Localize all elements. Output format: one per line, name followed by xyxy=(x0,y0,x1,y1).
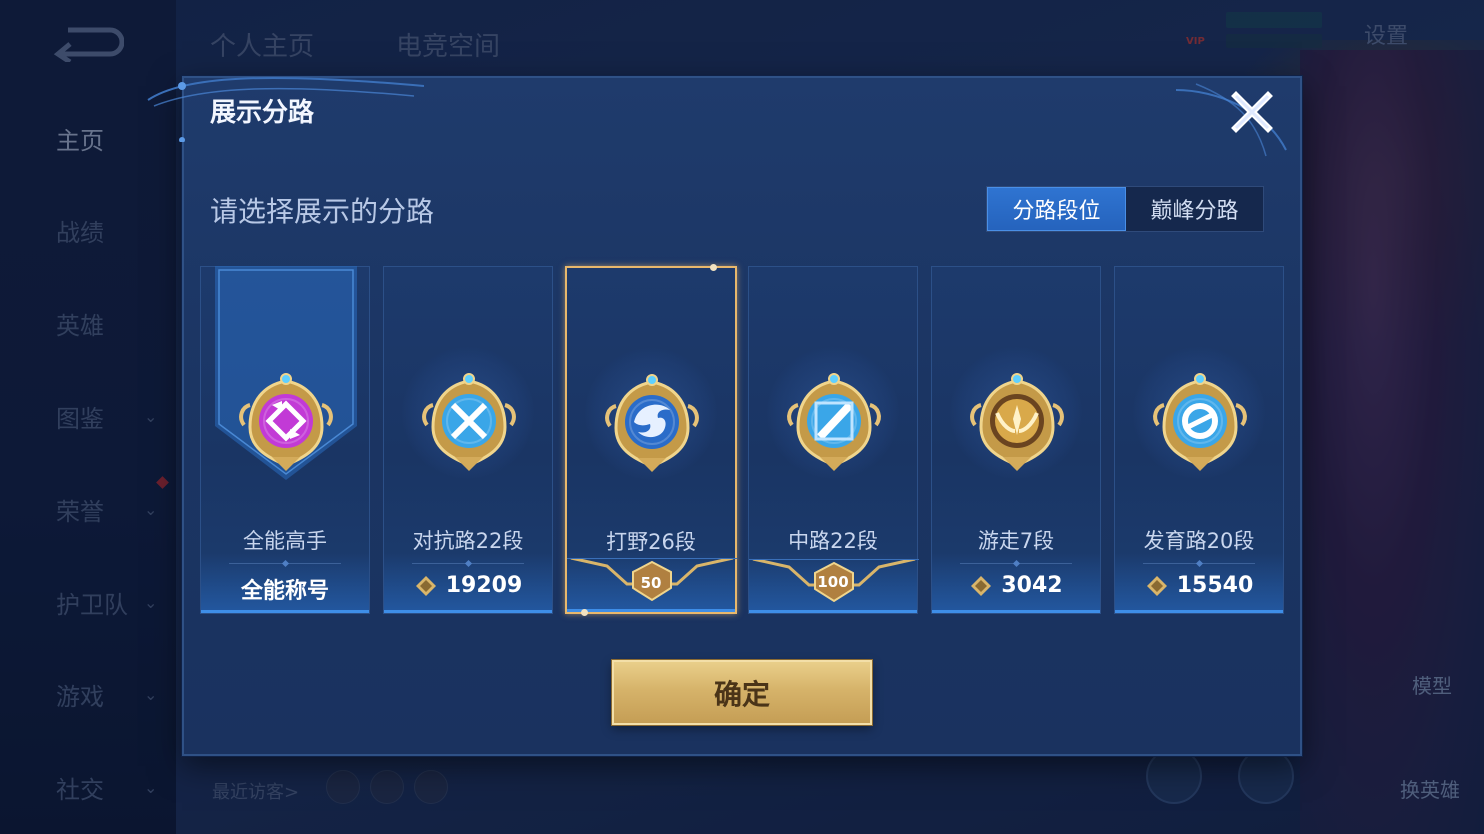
mode-toggle: 分路段位 巅峰分路 xyxy=(986,186,1264,232)
all-round-emblem-icon xyxy=(239,373,333,471)
card-divider xyxy=(412,563,524,564)
lane-card[interactable]: 中路22段 100 xyxy=(748,266,919,614)
close-icon[interactable] xyxy=(1226,86,1278,138)
mid-lane-emblem-icon xyxy=(787,373,881,471)
lane-name: 对抗路22段 xyxy=(412,529,524,553)
card-divider xyxy=(229,563,341,564)
tab-lane-rank[interactable]: 分路段位 xyxy=(987,187,1126,231)
lane-name: 中路22段 xyxy=(788,529,878,553)
farm-lane-emblem-icon xyxy=(1153,373,1247,471)
lane-name: 打野26段 xyxy=(606,530,696,554)
card-accent-bar xyxy=(1115,610,1283,613)
lane-card[interactable]: 游走7段 3042 xyxy=(931,266,1101,614)
lane-card[interactable]: 对抗路22段 19209 xyxy=(383,266,553,614)
lane-card[interactable]: 打野26段 50 xyxy=(565,264,737,616)
card-accent-bar xyxy=(567,609,735,612)
lane-points: 19209 xyxy=(384,573,552,598)
rank-points-icon xyxy=(971,575,992,596)
card-accent-bar xyxy=(201,610,369,613)
lane-name: 全能高手 xyxy=(243,529,327,553)
lane-points: 3042 xyxy=(932,573,1100,598)
lane-points: 15540 xyxy=(1115,573,1283,598)
rank-points-icon xyxy=(415,575,436,596)
lane-card[interactable]: 发育路20段 15540 xyxy=(1114,266,1284,614)
lane-card[interactable]: 全能高手 全能称号 xyxy=(200,266,370,614)
roam-emblem-icon xyxy=(970,373,1064,471)
lane-title-value: 全能称号 xyxy=(240,579,329,604)
card-divider xyxy=(1143,563,1255,564)
lane-points-value: 3042 xyxy=(1001,573,1063,598)
card-accent-bar xyxy=(932,610,1100,613)
tab-peak-lane[interactable]: 巅峰分路 xyxy=(1126,187,1263,231)
card-accent-bar xyxy=(749,610,917,613)
rank-points-icon xyxy=(1146,575,1167,596)
corner-dot xyxy=(581,609,588,616)
star-count: 100 xyxy=(817,573,849,591)
clash-lane-emblem-icon xyxy=(422,373,516,471)
star-count: 50 xyxy=(640,574,662,592)
lane-name: 游走7段 xyxy=(977,529,1055,553)
corner-dot xyxy=(710,264,717,271)
lane-points-value: 15540 xyxy=(1176,573,1254,598)
select-prompt: 请选择展示的分路 xyxy=(210,195,435,228)
confirm-button[interactable]: 确定 xyxy=(612,660,872,725)
lane-points-value: 19209 xyxy=(445,573,523,598)
dialog-title: 展示分路 xyxy=(210,98,315,128)
jungle-emblem-icon xyxy=(605,374,699,472)
lane-name: 发育路20段 xyxy=(1143,529,1255,553)
card-accent-bar xyxy=(384,610,552,613)
card-divider xyxy=(960,563,1072,564)
